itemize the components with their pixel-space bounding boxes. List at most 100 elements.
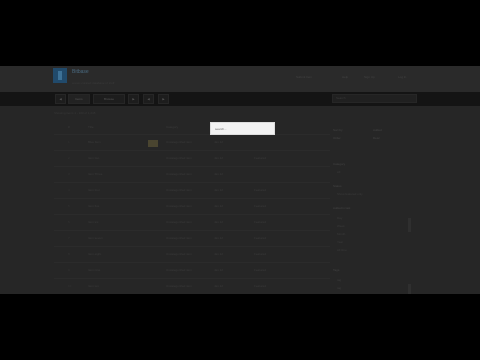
row-added: Jan 12 — [214, 188, 224, 192]
thumbnail-image[interactable] — [148, 140, 158, 147]
sidebar-scrollbar[interactable] — [408, 218, 411, 232]
search-input[interactable]: Search — [332, 94, 417, 103]
nav-help[interactable]: Help — [342, 75, 348, 79]
row-badge: Featured — [254, 268, 267, 272]
added-option[interactable]: Day — [337, 216, 342, 220]
row-title[interactable]: Item four — [88, 188, 100, 192]
table-row[interactable]: 6 Item six Uncategorized item Jan 12 Fea… — [54, 214, 330, 231]
row-number: 2 — [68, 156, 70, 160]
filter-sidebar: Sort by Added Order Desc Category All St… — [333, 122, 417, 294]
prev-button[interactable]: ◀ — [55, 94, 66, 104]
nav-submit-item[interactable]: Submit Item — [296, 75, 312, 79]
featured-checkbox[interactable]: Show featured only — [337, 192, 363, 196]
row-number: 4 — [68, 188, 70, 192]
row-category: Uncategorized item — [166, 156, 192, 160]
sidebar-scrollbar-lower[interactable] — [408, 284, 411, 294]
nav-sign-up[interactable]: Sign Up — [364, 75, 375, 79]
row-category: Uncategorized item — [166, 204, 192, 208]
row-title[interactable]: Item five — [88, 204, 99, 208]
row-category: Uncategorized item — [166, 268, 192, 272]
table-row[interactable]: 2 Item two Uncategorized item Jan 12 Fea… — [54, 150, 330, 167]
brand-tagline: a user-curated database of stuff — [72, 81, 115, 85]
row-number: 10 — [68, 284, 72, 288]
first-page-button[interactable]: ◀ — [143, 94, 154, 104]
row-category: Uncategorized item — [166, 172, 192, 176]
breadcrumb: Showing items 1 - 100 of 1,245 — [54, 111, 96, 115]
section-category-heading: Category — [333, 162, 346, 166]
row-added: Jan 12 — [214, 140, 224, 144]
brand-name[interactable]: Bitbase — [72, 69, 89, 75]
row-badge: Featured — [254, 156, 267, 160]
row-title[interactable]: Item nine — [88, 268, 100, 272]
site-logo[interactable] — [53, 68, 67, 83]
row-title[interactable]: Item eight — [88, 252, 101, 256]
table-row[interactable]: 7 Item seven Uncategorized item Jan 12 F… — [54, 230, 330, 247]
row-added: Jan 12 — [214, 268, 224, 272]
row-added: Jan 12 — [214, 252, 224, 256]
col-category[interactable]: Category — [166, 125, 178, 129]
next-button[interactable]: ▶ — [128, 94, 139, 104]
table-row[interactable]: 9 Item nine Uncategorized item Jan 12 Fe… — [54, 262, 330, 279]
category-option[interactable]: All — [337, 170, 340, 174]
row-number: 1 — [68, 140, 70, 144]
row-added: Jan 12 — [214, 204, 224, 208]
row-badge: Featured — [254, 188, 267, 192]
row-number: 3 — [68, 172, 70, 176]
last-page-button[interactable]: ▶ — [158, 94, 169, 104]
row-title[interactable]: Item two — [88, 156, 99, 160]
col-num[interactable]: # — [68, 125, 70, 129]
table-row[interactable]: 3 Item Three Uncategorized item Jan 12 — [54, 166, 330, 183]
app-window: Bitbase a user-curated database of stuff… — [0, 66, 480, 294]
row-added: Jan 12 — [214, 284, 224, 288]
row-title[interactable]: Item Three — [88, 172, 102, 176]
table-row[interactable]: 8 Item eight Uncategorized item Jan 12 F… — [54, 246, 330, 263]
order-select[interactable]: Desc — [373, 136, 380, 140]
added-option[interactable]: Month — [337, 232, 345, 236]
section-added-heading: Added in last — [333, 206, 351, 210]
row-badge: Featured — [254, 204, 267, 208]
row-category: Uncategorized item — [166, 140, 192, 144]
row-added: Jan 12 — [214, 156, 224, 160]
row-title[interactable]: Blue Item — [88, 140, 101, 144]
table-row[interactable]: 4 Item four Uncategorized item Jan 12 Fe… — [54, 182, 330, 199]
row-number: 6 — [68, 220, 70, 224]
row-number: 5 — [68, 204, 70, 208]
table-row[interactable]: 5 Item five Uncategorized item Jan 12 Fe… — [54, 198, 330, 215]
row-number: 9 — [68, 268, 70, 272]
table-header: # Title Category Added — [54, 122, 330, 134]
nav-log-in[interactable]: Log In — [398, 75, 406, 79]
col-title[interactable]: Title — [88, 125, 94, 129]
row-title[interactable]: Item seven — [88, 236, 103, 240]
row-title[interactable]: Item ten — [88, 284, 99, 288]
order-label: Order — [333, 136, 341, 140]
sort-label: Sort by — [333, 128, 343, 132]
row-category: Uncategorized item — [166, 220, 192, 224]
tag-option[interactable]: tag — [337, 278, 341, 282]
sort-select[interactable]: Added — [373, 128, 382, 132]
tag-option[interactable]: tag — [337, 286, 341, 290]
row-added: Jan 12 — [214, 172, 224, 176]
row-category: Uncategorized item — [166, 252, 192, 256]
browse-button[interactable]: Browse — [93, 94, 125, 104]
row-added: Jan 12 — [214, 236, 224, 240]
tab-items[interactable]: Items — [68, 94, 90, 104]
row-added: Jan 12 — [214, 220, 224, 224]
row-category: Uncategorized item — [166, 284, 192, 288]
site-header: Bitbase a user-curated database of stuff… — [0, 66, 480, 92]
table-row[interactable]: 1 Blue Item Uncategorized item Jan 12 — [54, 134, 330, 151]
row-badge: Featured — [254, 252, 267, 256]
section-status-heading: Status — [333, 184, 342, 188]
section-tags-heading: Tags — [333, 268, 340, 272]
row-badge: Featured — [254, 236, 267, 240]
search-suggestion-popup[interactable]: search... — [210, 122, 275, 135]
row-badge: Featured — [254, 284, 267, 288]
added-option[interactable]: All time — [337, 248, 347, 252]
row-number: 7 — [68, 236, 70, 240]
row-number: 8 — [68, 252, 70, 256]
added-option[interactable]: Year — [337, 240, 343, 244]
table-row[interactable]: 10 Item ten Uncategorized item Jan 12 Fe… — [54, 278, 330, 294]
added-option[interactable]: Week — [337, 224, 345, 228]
row-badge: Featured — [254, 220, 267, 224]
row-title[interactable]: Item six — [88, 220, 98, 224]
row-category: Uncategorized item — [166, 236, 192, 240]
